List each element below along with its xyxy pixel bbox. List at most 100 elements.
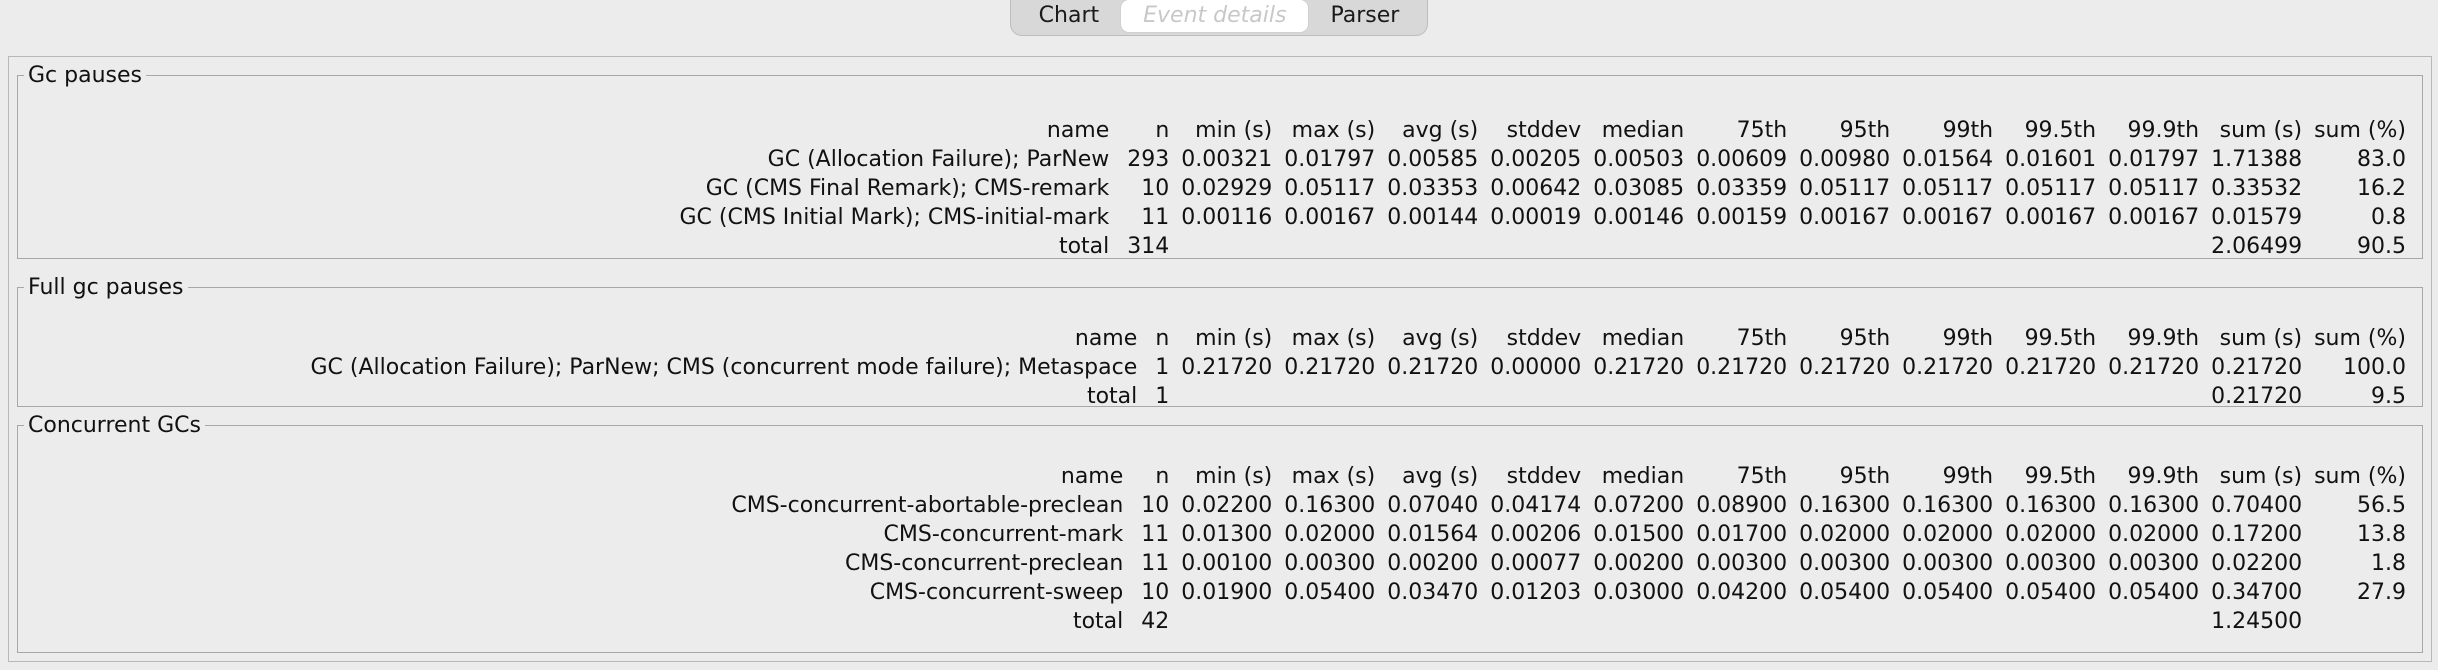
table-cell xyxy=(1999,607,2102,636)
total-label: total xyxy=(1086,384,1138,409)
table-cell: 0.16300 xyxy=(1284,493,1376,518)
table-cell: 0.01900 xyxy=(1181,580,1273,605)
table-cell: 0.02000 xyxy=(2108,522,2200,547)
table-row: CMS-concurrent-preclean 11 0.00100 0.00300 0… xyxy=(725,549,2412,578)
table-row: CMS-concurrent-abortable-preclean 10 0.022… xyxy=(725,491,2412,520)
table-cell: 0.02200 xyxy=(1181,493,1273,518)
table-cell: 0.07200 xyxy=(1593,493,1685,518)
total-count: 1 xyxy=(1155,384,1170,409)
row-name-cell: GC (CMS Final Remark); CMS-remark xyxy=(705,176,1110,201)
header-row: name n min (s) max (s) avg (s) stddev median 75… xyxy=(725,462,2412,491)
table-cell: 0.07040 xyxy=(1387,493,1479,518)
table-row: GC (Allocation Failure); ParNew 293 0.0032… xyxy=(673,145,2412,174)
table-cell: 0.00300 xyxy=(1696,551,1788,576)
table-cell xyxy=(1690,382,1793,411)
table-cell xyxy=(1278,607,1381,636)
table-cell: 0.00077 xyxy=(1490,551,1582,576)
tab-event-details[interactable]: Event details xyxy=(1121,0,1309,32)
table-cell xyxy=(1587,382,1690,411)
table-cell: 11 xyxy=(1141,205,1170,230)
table-cell: 56.5 xyxy=(2357,493,2406,518)
table-cell: 0.05400 xyxy=(1284,580,1376,605)
column-header: max (s) xyxy=(1291,118,1376,143)
table-cell xyxy=(1999,232,2102,261)
tab-strip: Chart Event details Parser xyxy=(0,0,2438,40)
concurrent-gcs-table: name n min (s) max (s) avg (s) stddev median 75… xyxy=(725,462,2412,636)
table-cell: 0.21720 xyxy=(1696,355,1788,380)
table-cell xyxy=(1896,382,1999,411)
table-cell: 0.21720 xyxy=(1387,355,1479,380)
table-cell: 0.00167 xyxy=(1902,205,1994,230)
table-cell xyxy=(1484,607,1587,636)
total-sum-seconds: 0.21720 xyxy=(2211,384,2303,409)
table-cell: 0.05117 xyxy=(1799,176,1891,201)
table-cell: 0.00503 xyxy=(1593,147,1685,172)
table-cell: 0.00205 xyxy=(1490,147,1582,172)
table-row: GC (CMS Initial Mark); CMS-initial-mark 1… xyxy=(673,203,2412,232)
table-cell: 0.05400 xyxy=(1799,580,1891,605)
table-cell: 16.2 xyxy=(2357,176,2406,201)
table-cell: 0.05117 xyxy=(2108,176,2200,201)
column-header: stddev xyxy=(1506,326,1582,351)
table-cell xyxy=(1793,232,1896,261)
table-cell xyxy=(1175,232,1278,261)
table-cell: 0.03353 xyxy=(1387,176,1479,201)
column-header: median xyxy=(1601,326,1685,351)
table-cell xyxy=(1690,607,1793,636)
table-cell: 13.8 xyxy=(2357,522,2406,547)
table-cell xyxy=(1793,382,1896,411)
table-cell xyxy=(1896,232,1999,261)
tab-parser[interactable]: Parser xyxy=(1308,0,1421,32)
table-cell: 0.00167 xyxy=(1284,205,1376,230)
column-header: name xyxy=(1060,464,1124,489)
column-header: n xyxy=(1155,326,1170,351)
table-cell: 0.16300 xyxy=(1799,493,1891,518)
table-cell: 10 xyxy=(1141,493,1170,518)
column-header: min (s) xyxy=(1195,118,1273,143)
column-header: avg (s) xyxy=(1402,464,1479,489)
table-cell: 1.8 xyxy=(2371,551,2406,576)
header-row: name n min (s) max (s) avg (s) stddev median 75… xyxy=(305,324,2413,353)
table-cell: 0.21720 xyxy=(1799,355,1891,380)
column-header: 95th xyxy=(1839,118,1891,143)
total-sum-seconds: 2.06499 xyxy=(2211,234,2303,259)
gc-pauses-title: Gc pauses xyxy=(28,63,142,88)
table-row: GC (CMS Final Remark); CMS-remark 10 0.029… xyxy=(673,174,2412,203)
column-header: 95th xyxy=(1839,464,1891,489)
full-gc-pauses-group: Full gc pauses name n min (s) max (s) avg (s… xyxy=(17,275,2423,409)
column-header: max (s) xyxy=(1291,326,1376,351)
column-header: min (s) xyxy=(1195,326,1273,351)
table-cell: 0.34700 xyxy=(2211,580,2303,605)
total-row: total 314 2.06499 90.5 xyxy=(673,232,2412,261)
table-cell xyxy=(1896,607,1999,636)
table-cell xyxy=(2102,607,2205,636)
table-cell: 0.02000 xyxy=(1284,522,1376,547)
table-cell: 0.01700 xyxy=(1696,522,1788,547)
table-cell: 0.70400 xyxy=(2211,493,2303,518)
table-cell: 0.00609 xyxy=(1696,147,1788,172)
column-header: sum (s) xyxy=(2219,464,2303,489)
table-cell xyxy=(1381,607,1484,636)
table-cell: 0.21720 xyxy=(2108,355,2200,380)
row-name-cell: GC (Allocation Failure); ParNew; CMS (co… xyxy=(310,355,1138,380)
table-cell: 0.00642 xyxy=(1490,176,1582,201)
table-cell: 0.02000 xyxy=(2005,522,2097,547)
column-header: max (s) xyxy=(1291,464,1376,489)
table-cell: 0.01564 xyxy=(1902,147,1994,172)
table-cell xyxy=(1484,382,1587,411)
table-cell: 0.00167 xyxy=(1799,205,1891,230)
concurrent-gcs-title: Concurrent GCs xyxy=(28,413,201,438)
table-cell: 0.00321 xyxy=(1181,147,1273,172)
table-cell xyxy=(1587,607,1690,636)
table-cell: 0.21720 xyxy=(1902,355,1994,380)
total-sum-percent: 9.5 xyxy=(2371,384,2406,409)
gc-pauses-table: name n min (s) max (s) avg (s) stddev median 75… xyxy=(673,116,2412,261)
column-header: 99.5th xyxy=(2024,118,2097,143)
table-cell: 0.00200 xyxy=(1387,551,1479,576)
table-cell: 100.0 xyxy=(2343,355,2406,380)
table-cell: 0.00300 xyxy=(1902,551,1994,576)
table-cell xyxy=(1484,232,1587,261)
table-cell: 1 xyxy=(1155,355,1170,380)
tab-chart[interactable]: Chart xyxy=(1017,0,1121,32)
table-cell xyxy=(1278,382,1381,411)
